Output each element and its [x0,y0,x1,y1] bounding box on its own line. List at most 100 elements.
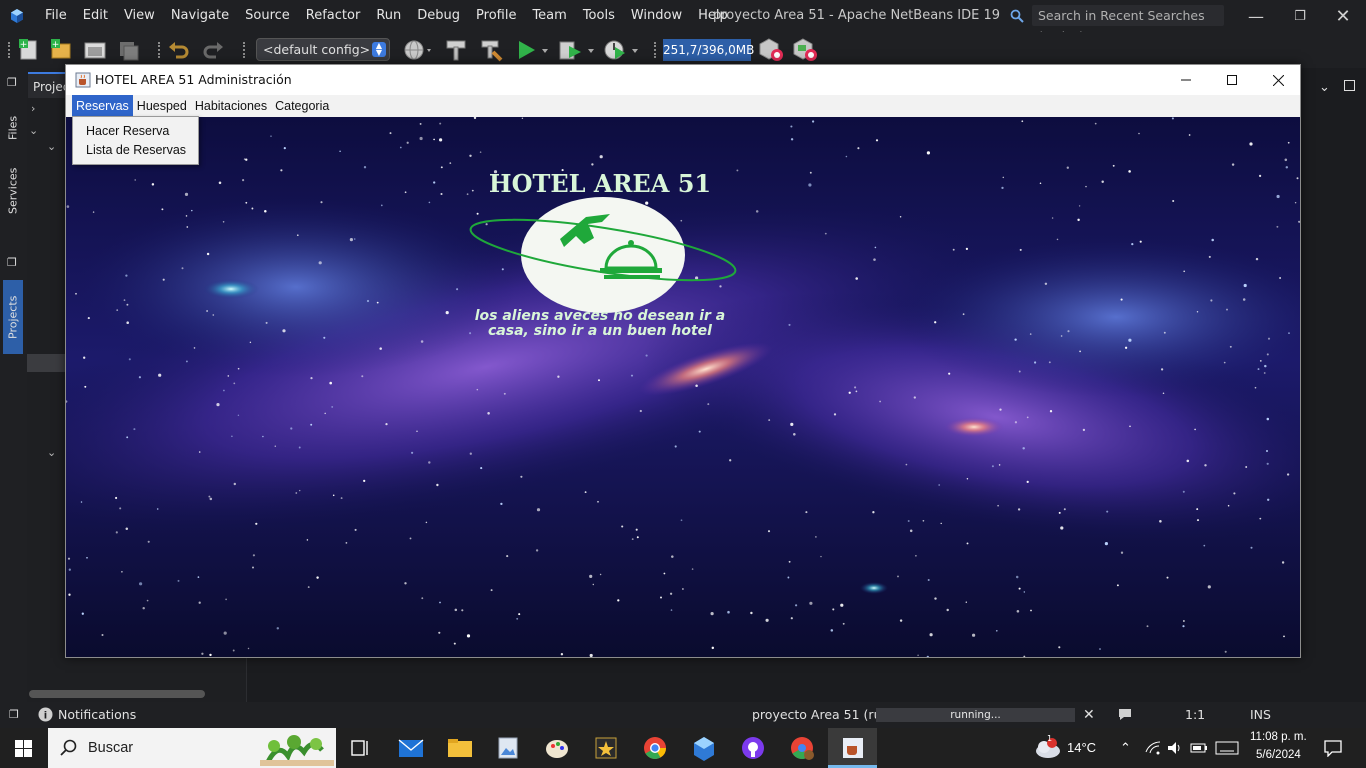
star [218,181,222,185]
app-close-button[interactable] [1255,65,1301,95]
menu-navigate[interactable]: Navigate [163,0,237,32]
menu-debug[interactable]: Debug [409,0,468,32]
app-maximize-button[interactable] [1209,65,1255,95]
menu-team[interactable]: Team [524,0,574,32]
redo-icon[interactable] [200,37,226,63]
menu-item-lista-reservas[interactable]: Lista de Reservas [73,141,198,160]
star [962,313,965,316]
menu-view[interactable]: View [116,0,163,32]
keyboard-icon[interactable] [1215,740,1239,756]
star [445,311,449,315]
menu-refactor[interactable]: Refactor [298,0,369,32]
temperature[interactable]: 14°C [1067,728,1096,768]
menu-window[interactable]: Window [623,0,690,32]
run-project-icon[interactable] [513,37,553,63]
ide-search[interactable]: Search in Recent Searches (Ctrl+I) [1010,4,1230,44]
maximize-icon[interactable] [1344,80,1355,91]
expand-chevron-icon[interactable]: › [31,102,35,115]
toolbar-grip[interactable] [158,42,161,58]
toolbar-grip[interactable] [243,42,246,58]
debug-project-icon[interactable] [557,37,597,63]
ide-restore-button[interactable]: ❐ [1277,0,1323,32]
gc-heap-icon[interactable] [757,37,787,63]
star [1085,185,1087,188]
chrome-icon[interactable] [631,728,680,768]
menu-tools[interactable]: Tools [575,0,623,32]
clean-build-icon[interactable] [477,37,505,63]
new-file-icon[interactable]: + [16,37,42,63]
star [87,317,90,320]
task-view-icon[interactable] [336,728,385,768]
ide-close-button[interactable]: ✕ [1320,0,1366,32]
menu-reservas[interactable]: Reservas [72,95,133,117]
star-app-icon[interactable] [582,728,631,768]
build-hammer-icon[interactable] [443,37,469,63]
menu-file[interactable]: File [37,0,75,32]
services-tab[interactable]: Services [3,160,23,222]
app-titlebar[interactable]: HOTEL AREA 51 Administración [66,65,1300,95]
cancel-task-icon[interactable]: ✕ [1083,702,1095,728]
running-task-label[interactable]: proyecto Area 51 (run) [752,702,894,728]
clock-time[interactable]: 11:08 p. m. [1250,731,1307,743]
globe-icon[interactable] [402,37,432,63]
github-icon[interactable] [729,728,778,768]
gc-profiler-icon[interactable] [791,37,821,63]
star [597,500,599,503]
restore-window-icon[interactable]: ❐ [7,256,17,269]
clock-date[interactable]: 5/6/2024 [1256,749,1301,761]
menu-huesped[interactable]: Huesped [133,95,191,117]
memory-indicator[interactable]: 251,7/396,0MB [663,39,754,61]
menu-edit[interactable]: Edit [75,0,116,32]
star [998,464,1001,466]
chat-bubble-icon[interactable] [1117,707,1133,722]
collapse-chevron-icon[interactable]: ⌄ [47,140,56,153]
horizontal-scrollbar[interactable] [29,690,205,698]
notifications-label[interactable]: Notifications [58,702,136,728]
config-select[interactable]: <default config> ▲ ▼ [256,38,390,61]
notification-info-icon[interactable]: i [38,707,53,722]
star [1104,542,1108,546]
star [1266,353,1269,356]
open-project-icon[interactable] [82,37,108,63]
chevron-down-icon[interactable]: ⌄ [1319,80,1330,95]
projects-tab[interactable]: Projects [3,280,23,354]
search-input[interactable]: Search in Recent Searches (Ctrl+I) [1032,5,1224,44]
new-project-icon[interactable]: + [48,37,74,63]
projects-panel-tab[interactable]: Projec [33,80,69,94]
menu-profile[interactable]: Profile [468,0,524,32]
star [1023,591,1025,593]
chevron-up-icon[interactable]: ⌃ [1120,728,1131,768]
notification-center-icon[interactable] [1323,739,1343,757]
restore-window-icon[interactable]: ❐ [9,702,19,728]
chrome-profile-icon[interactable] [778,728,827,768]
menu-habitaciones[interactable]: Habitaciones [191,95,271,117]
taskbar-search-box[interactable]: Buscar [48,728,336,768]
star [1186,459,1190,463]
wifi-icon[interactable] [1145,740,1161,756]
paint-app-icon[interactable] [533,728,582,768]
collapse-chevron-icon[interactable]: ⌄ [29,124,38,137]
app-minimize-button[interactable] [1163,65,1209,95]
mail-app-icon[interactable] [386,728,435,768]
netbeans-taskbar-icon[interactable] [680,728,729,768]
files-tab[interactable]: Files [3,104,23,152]
profile-project-icon[interactable] [601,37,641,63]
toolbar-grip[interactable] [8,42,11,58]
menu-item-hacer-reserva[interactable]: Hacer Reserva [73,122,198,141]
file-explorer-icon[interactable] [435,728,484,768]
menu-categoria[interactable]: Categoria [271,95,333,117]
toolbar-grip[interactable] [654,42,657,58]
volume-icon[interactable] [1167,740,1183,756]
photos-app-icon[interactable] [484,728,533,768]
restore-window-icon[interactable]: ❐ [7,76,17,89]
menu-source[interactable]: Source [237,0,298,32]
java-app-taskbar-button[interactable] [828,728,877,768]
windows-start-icon[interactable] [15,740,32,757]
menu-run[interactable]: Run [368,0,409,32]
ide-minimize-button[interactable]: — [1233,0,1279,32]
collapse-chevron-icon[interactable]: ⌄ [47,446,56,459]
save-all-icon[interactable] [116,37,142,63]
undo-icon[interactable] [166,37,192,63]
star [589,574,593,578]
battery-icon[interactable] [1190,741,1208,755]
